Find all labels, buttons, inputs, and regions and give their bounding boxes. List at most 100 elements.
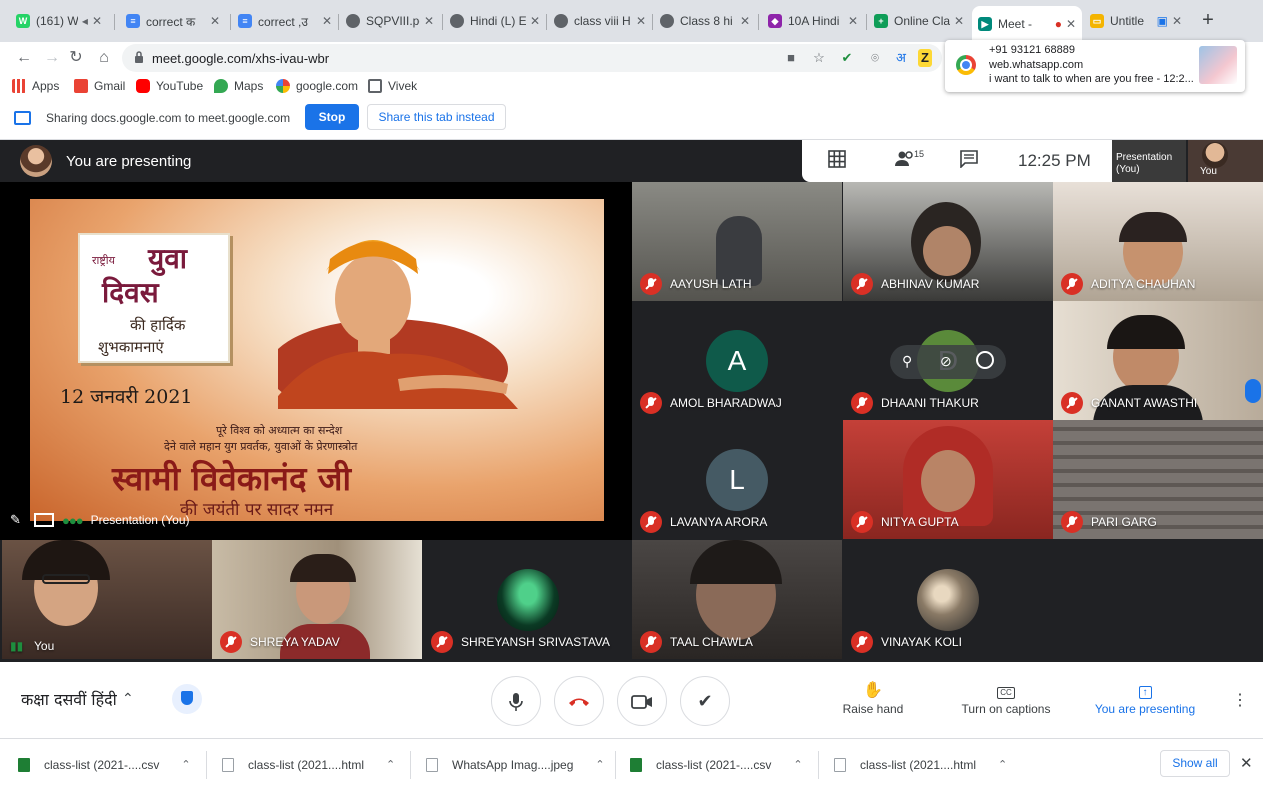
- camera-button[interactable]: [617, 676, 667, 726]
- translate-icon[interactable]: अ: [892, 49, 910, 67]
- download-item[interactable]: class-list (2021....html ⌃: [834, 739, 1007, 790]
- chevron-up-icon[interactable]: ⌃: [793, 758, 802, 771]
- meeting-title[interactable]: कक्षा दसवीं हिंदी: [21, 688, 117, 710]
- address-bar[interactable]: meet.google.com/xhs-ivau-wbr ■ ☆ ✔ ⌾ अ Z: [122, 44, 942, 72]
- presenting-button[interactable]: ↑ You are presenting: [1090, 680, 1200, 716]
- mute-icon[interactable]: ⊘: [940, 353, 952, 370]
- close-icon[interactable]: ✕: [1172, 14, 1182, 28]
- chat-icon[interactable]: [958, 150, 980, 172]
- browser-tab[interactable]: SQPVIII.pc ✕: [340, 6, 440, 36]
- presenting-label: You are presenting: [66, 152, 192, 170]
- download-item[interactable]: class-list (2021....html ⌃: [222, 739, 395, 790]
- extension-check-button[interactable]: ✔: [680, 676, 730, 726]
- avatar: [20, 145, 52, 177]
- host-controls-icon[interactable]: [172, 684, 202, 714]
- cast-icon: ▣: [1156, 14, 1168, 28]
- home-button[interactable]: ⌂: [92, 46, 116, 70]
- participant-tile[interactable]: AAYUSH LATH: [632, 182, 842, 301]
- participant-tile-self[interactable]: ▮▮ You: [2, 540, 212, 659]
- browser-tab[interactable]: W (161) W ◂ ✕: [10, 6, 108, 36]
- show-all-downloads-button[interactable]: Show all: [1160, 750, 1230, 777]
- more-options-icon[interactable]: ⋮: [1232, 690, 1248, 710]
- browser-tab[interactable]: class viii H ✕: [548, 6, 652, 36]
- chevron-up-icon[interactable]: ⌃: [181, 758, 190, 771]
- chevron-up-icon[interactable]: ⌃: [122, 690, 134, 707]
- back-button[interactable]: ←: [12, 46, 36, 70]
- microphone-button[interactable]: [491, 676, 541, 726]
- extension-icon[interactable]: Z: [918, 49, 932, 67]
- participant-tile[interactable]: NITYA GUPTA: [843, 420, 1053, 539]
- participant-tile[interactable]: ABHINAV KUMAR: [843, 182, 1053, 301]
- bookmark-maps[interactable]: Maps: [214, 76, 263, 96]
- browser-tab-active[interactable]: ▶ Meet - ● ✕: [972, 6, 1082, 42]
- participant-tile[interactable]: SHREYA YADAV: [212, 540, 422, 659]
- layout-grid-icon[interactable]: [826, 150, 848, 172]
- participant-tile[interactable]: ADITYA CHAUHAN: [1053, 182, 1263, 301]
- bookmark-google[interactable]: google.com: [276, 76, 358, 96]
- globe-icon: [346, 14, 360, 28]
- bookmark-gmail[interactable]: Gmail: [74, 76, 125, 96]
- close-icon[interactable]: ✕: [1240, 754, 1253, 772]
- raise-hand-button[interactable]: ✋ Raise hand: [838, 680, 908, 716]
- bookmark-youtube[interactable]: YouTube: [136, 76, 203, 96]
- close-icon[interactable]: ✕: [1066, 17, 1076, 31]
- forward-button[interactable]: →: [40, 46, 64, 70]
- close-icon[interactable]: ✕: [954, 14, 964, 28]
- browser-tab[interactable]: ▭ Untitle ▣ ✕: [1084, 6, 1188, 36]
- participant-tile[interactable]: VINAYAK KOLI: [843, 540, 1053, 659]
- leave-call-button[interactable]: [554, 676, 604, 726]
- self-view-strip: Presentation (You) You: [1112, 140, 1263, 182]
- remove-icon[interactable]: [976, 351, 994, 369]
- stop-sharing-button[interactable]: Stop: [305, 104, 359, 130]
- bookmark-apps[interactable]: Apps: [12, 76, 59, 96]
- chevron-up-icon[interactable]: ⌃: [595, 758, 604, 771]
- bookmark-folder-vivek[interactable]: Vivek: [368, 76, 417, 96]
- browser-tab[interactable]: ◆ 10A Hindi ✕: [762, 6, 864, 36]
- captions-button[interactable]: CC Turn on captions: [956, 680, 1056, 716]
- chrome-notification[interactable]: +91 93121 68889 web.whatsapp.com i want …: [945, 40, 1245, 92]
- mini-tile-presentation[interactable]: Presentation (You): [1112, 140, 1186, 182]
- chevron-up-icon[interactable]: ⌃: [386, 758, 395, 771]
- close-icon[interactable]: ✕: [848, 14, 858, 28]
- reload-button[interactable]: ↻: [64, 46, 88, 70]
- close-icon[interactable]: ◂: [82, 14, 88, 28]
- close-icon[interactable]: ✕: [530, 14, 540, 28]
- download-item[interactable]: WhatsApp Imag....jpeg ⌃: [426, 739, 605, 790]
- download-item[interactable]: class-list (2021-....csv ⌃: [630, 739, 803, 790]
- download-item[interactable]: class-list (2021-....csv ⌃: [18, 739, 191, 790]
- close-icon[interactable]: ✕: [210, 14, 220, 28]
- participant-tile[interactable]: PARI GARG: [1053, 420, 1263, 539]
- participant-tile[interactable]: TAAL CHAWLA: [632, 540, 842, 659]
- globe-icon: [450, 14, 464, 28]
- tile-hover-controls: ⚲ ⊘: [890, 345, 1006, 379]
- browser-tab[interactable]: Hindi (L) E ✕: [444, 6, 546, 36]
- participant-tile[interactable]: L LAVANYA ARORA: [632, 420, 842, 539]
- close-icon[interactable]: ✕: [92, 14, 102, 28]
- check-extension-icon[interactable]: ✔: [838, 49, 856, 67]
- close-icon[interactable]: ✕: [636, 14, 646, 28]
- browser-tab[interactable]: ≡ correct क ✕: [120, 6, 226, 36]
- browser-tab[interactable]: ≡ correct ,उ ✕: [232, 6, 338, 36]
- participant-tile[interactable]: SHREYANSH SRIVASTAVA: [423, 540, 633, 659]
- bookmark-star-icon[interactable]: ☆: [810, 49, 828, 67]
- participant-tile[interactable]: A AMOL BHARADWAJ: [632, 301, 842, 420]
- close-icon[interactable]: ✕: [424, 14, 434, 28]
- people-icon[interactable]: [894, 150, 916, 172]
- presentation-tile[interactable]: राष्ट्रीय युवा दिवस की हार्दिक शुभकामनाए…: [0, 182, 632, 540]
- screenshot-icon[interactable]: ⌾: [866, 49, 884, 67]
- whatsapp-icon: W: [16, 14, 30, 28]
- gmail-icon: [74, 79, 88, 93]
- camera-icon[interactable]: ■: [782, 49, 800, 67]
- share-this-tab-button[interactable]: Share this tab instead: [367, 104, 506, 130]
- mini-tile-you[interactable]: You: [1188, 140, 1263, 182]
- pin-icon[interactable]: ✎: [10, 512, 26, 528]
- close-icon[interactable]: ✕: [740, 14, 750, 28]
- chevron-up-icon[interactable]: ⌃: [998, 758, 1007, 771]
- close-icon[interactable]: ✕: [322, 14, 332, 28]
- browser-tab[interactable]: Class 8 hi ✕: [654, 6, 756, 36]
- participant-tile[interactable]: D ⚲ ⊘ DHAANI THAKUR: [843, 301, 1053, 420]
- participant-tile[interactable]: GANANT AWASTHI: [1053, 301, 1263, 420]
- browser-tab[interactable]: + Online Cla ✕: [868, 6, 970, 36]
- pin-icon[interactable]: ⚲: [902, 353, 912, 370]
- new-tab-button[interactable]: +: [1197, 10, 1219, 32]
